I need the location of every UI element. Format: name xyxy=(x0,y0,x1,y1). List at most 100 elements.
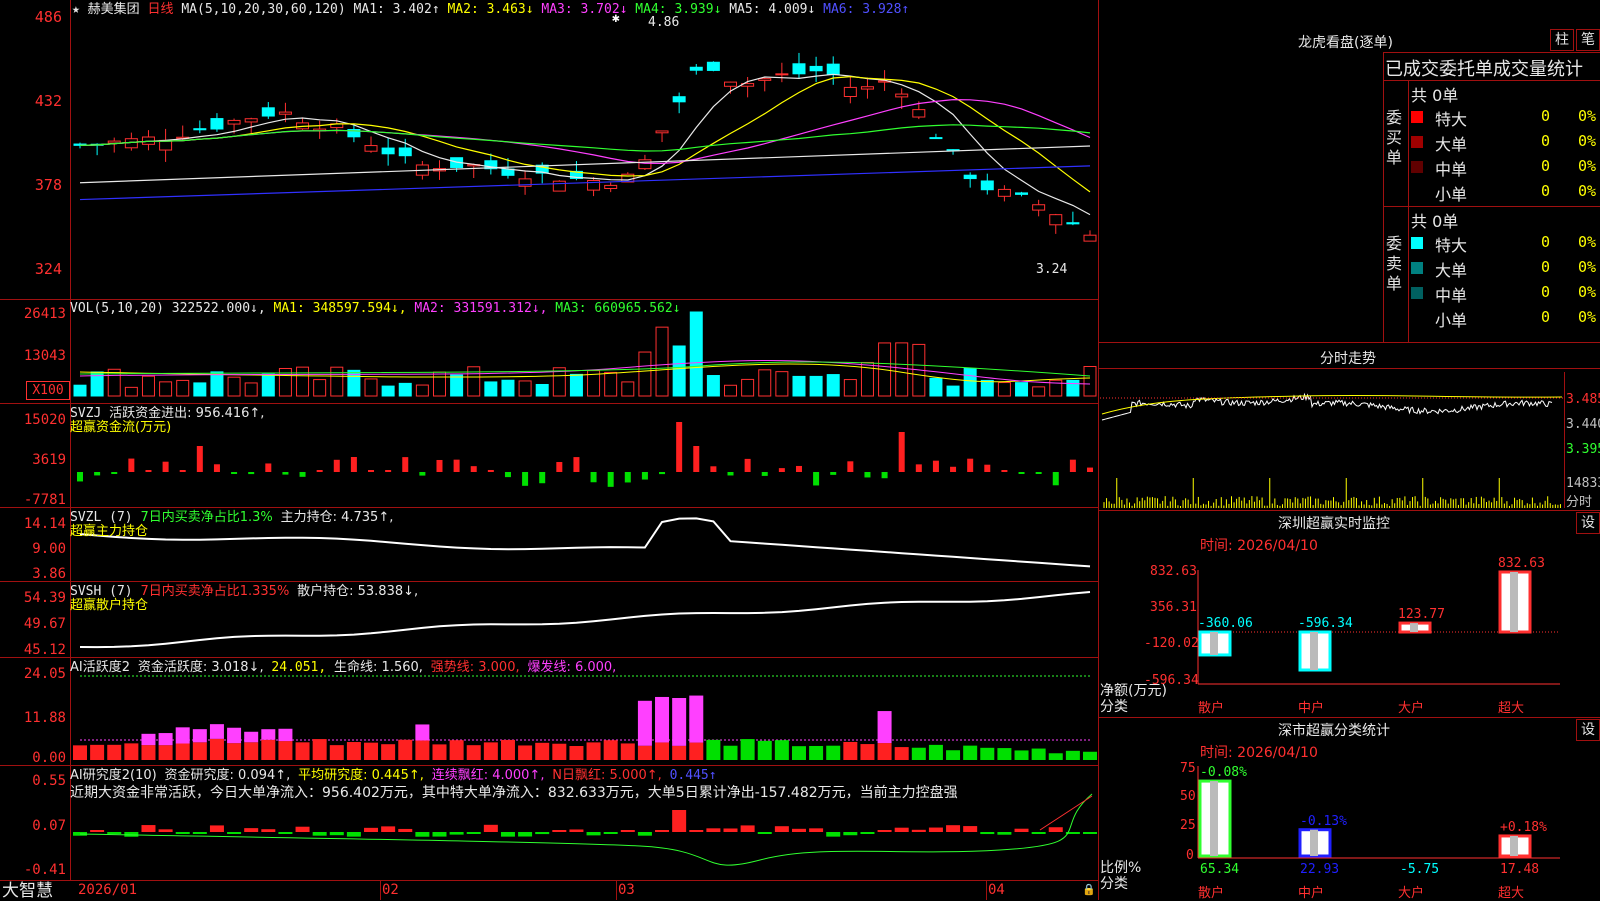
activity-bar xyxy=(774,740,789,760)
monitor-settings-button[interactable]: 设 xyxy=(1576,512,1600,534)
sell-row-pct: 0% xyxy=(1578,283,1597,301)
vol-unit-badge[interactable]: X100 xyxy=(26,381,70,400)
monitor-category: 大户 xyxy=(1398,701,1425,716)
fund-flow-bar xyxy=(881,472,888,479)
monitor-category: 散户 xyxy=(1198,701,1225,716)
classify-category: 大户 xyxy=(1398,886,1425,901)
classify-bar-value: 22.93 xyxy=(1300,862,1340,877)
main-y-tick: 432 xyxy=(34,92,62,110)
research-bar xyxy=(107,832,122,834)
stock-name: 赫美集团 xyxy=(87,2,140,17)
main-y-tick: 324 xyxy=(34,260,62,278)
buy-row-pct: 0% xyxy=(1578,132,1597,150)
activity-bar xyxy=(809,745,824,760)
activity-bar xyxy=(569,745,584,760)
x-label: 03 xyxy=(618,882,635,898)
vol-bar xyxy=(364,378,378,397)
main-y-tick: 378 xyxy=(34,176,62,194)
retail-hold-line xyxy=(79,591,1091,649)
sell-row-count: 0 xyxy=(1541,308,1551,326)
vol-bar xyxy=(261,373,275,397)
fund-flow-bar xyxy=(179,470,186,472)
candle-body xyxy=(364,145,378,152)
research-bar xyxy=(158,829,173,832)
bar-mode-button[interactable]: 柱 xyxy=(1550,29,1574,51)
research-bar xyxy=(244,828,259,832)
lock-icon[interactable]: 🔒 xyxy=(1082,882,1096,897)
classify-bar-shade xyxy=(1210,781,1218,856)
activity-bar xyxy=(689,742,704,760)
activity-burst-bar xyxy=(244,731,259,743)
stats-sep-top xyxy=(1383,52,1600,53)
candle-body xyxy=(159,139,173,151)
fund-flow-bar xyxy=(282,472,289,475)
research-bar xyxy=(1083,832,1097,834)
activity-bar xyxy=(655,742,670,760)
activity-bar xyxy=(192,742,207,760)
sell-row-pct: 0% xyxy=(1578,233,1597,251)
ma-value-5: MA5: 4.009↓ xyxy=(721,2,816,17)
fund-flow-bar xyxy=(984,464,991,472)
candle-body xyxy=(706,61,720,71)
activity-burst-bar xyxy=(637,700,652,746)
stats-sep xyxy=(1383,80,1600,81)
candle-body xyxy=(1083,234,1097,242)
ai2-comment: 近期大资金非常活跃，今日大单净流入：956.402万元，其中特大单净流入：832… xyxy=(70,785,958,801)
research-bar xyxy=(90,830,105,832)
fund-flow-bar xyxy=(1069,459,1076,472)
svzl-y-tick: 9.00 xyxy=(32,541,66,557)
kline-chart-canvas[interactable]: ✱ xyxy=(0,0,1600,900)
fund-flow-bar xyxy=(898,432,905,472)
fund-flow-bar xyxy=(1001,470,1008,472)
sell-color-swatch xyxy=(1411,287,1423,299)
research-bar xyxy=(963,826,978,832)
monitor-bar-value: 123.77 xyxy=(1398,607,1445,623)
intraday-price: 3.395 xyxy=(1566,442,1600,457)
pen-mode-button[interactable]: 笔 xyxy=(1576,29,1600,51)
vol-bar xyxy=(415,384,429,397)
ma-value-3: MA3: 3.702↓ xyxy=(533,2,628,17)
svzl-hold: 主力持仓: 4.735↑, xyxy=(280,510,394,525)
activity-bar xyxy=(227,743,242,760)
fund-flow-bar xyxy=(522,472,529,486)
sell-color-swatch xyxy=(1411,262,1423,274)
vol-bar xyxy=(1032,386,1046,397)
buy-row-name: 大单 xyxy=(1435,135,1468,154)
activity-bar xyxy=(518,745,533,760)
research-bar xyxy=(518,832,533,837)
research-bar xyxy=(1031,832,1046,834)
buy-row-pct: 0% xyxy=(1578,107,1597,125)
svzl-y-tick: 14.14 xyxy=(23,516,66,532)
classify-y-tick: 0 xyxy=(1186,848,1194,863)
candle-body xyxy=(672,96,686,103)
activity-bar xyxy=(740,739,755,760)
classify-y-tick: 75 xyxy=(1180,761,1196,776)
fund-flow-bar xyxy=(333,459,340,472)
classify-time: 时间: 2026/04/10 xyxy=(1200,745,1318,761)
ma-value-2: MA2: 3.463↓ xyxy=(439,2,534,17)
svzj-y-tick: 15020 xyxy=(23,412,66,428)
activity-bar xyxy=(603,740,618,760)
ai2-cont: 连续飘红: 4.000↑, xyxy=(431,768,545,783)
svsh-ratio: 7日内买卖净占比1.335% xyxy=(140,584,290,599)
classify-bar-value: 17.48 xyxy=(1500,862,1540,877)
candle-body xyxy=(895,93,909,98)
vol-bar xyxy=(518,380,532,397)
activity-bar xyxy=(552,743,567,760)
vol-bar xyxy=(124,386,138,397)
activity-bar xyxy=(637,745,652,760)
sell-row-name: 小单 xyxy=(1435,311,1468,330)
ma1-line xyxy=(79,73,1091,216)
monitor-time: 时间: 2026/04/10 xyxy=(1200,538,1318,554)
research-bar xyxy=(689,830,704,832)
vol-bar xyxy=(809,375,823,397)
activity-burst-bar xyxy=(877,711,892,744)
star-icon[interactable]: ★ xyxy=(72,2,80,17)
vol-ma3: MA3: 660965.562↓ xyxy=(555,301,681,316)
period-label[interactable]: 日线 xyxy=(148,2,174,17)
classify-settings-button[interactable]: 设 xyxy=(1576,719,1600,741)
fund-flow-bar xyxy=(932,460,939,472)
fund-flow-bar xyxy=(693,446,700,472)
ai1-active: 资金活跃度: 3.018↓, xyxy=(137,660,264,675)
ai1-y-tick: 0.00 xyxy=(32,750,66,766)
